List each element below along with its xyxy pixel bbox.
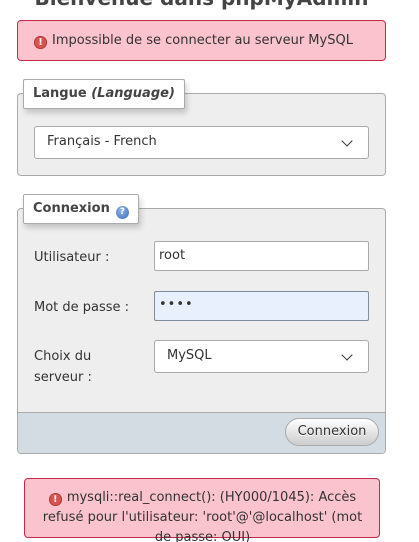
login-legend: Connexion? (23, 194, 139, 224)
chevron-down-icon (341, 135, 353, 147)
page-title: Bienvenue dans phpMyAdmin (0, 0, 403, 10)
error-icon: ! (34, 36, 47, 49)
connection-error-alert: ! Impossible de se connecter au serveur M… (17, 20, 386, 61)
language-legend: Langue (Language) (23, 79, 185, 109)
server-select[interactable]: MySQL (154, 340, 369, 373)
connection-error-text: Impossible de se connecter au serveur My… (52, 33, 353, 48)
mysqli-error-alert: ! mysqli::real_connect(): (HY000/1045): A… (24, 478, 380, 542)
server-select-value: MySQL (167, 348, 212, 363)
password-label: Mot de passe : (34, 300, 130, 315)
username-label: Utilisateur : (34, 250, 110, 265)
login-page: Bienvenue dans phpMyAdmin ! Impossible de… (0, 0, 419, 542)
language-legend-italic: (Language) (91, 86, 175, 101)
language-legend-label: Langue (33, 86, 87, 101)
login-submit-button[interactable]: Connexion (285, 418, 379, 446)
mysqli-error-text: mysqli::real_connect(): (HY000/1045): Ac… (42, 490, 363, 542)
login-legend-label: Connexion (33, 201, 110, 216)
error-icon: ! (48, 493, 62, 506)
server-choice-label: Choix du serveur : (34, 349, 92, 385)
language-select[interactable]: Français - French (34, 126, 369, 159)
chevron-down-icon (341, 349, 353, 361)
help-icon[interactable]: ? (115, 206, 129, 219)
password-input[interactable]: •••• (154, 291, 369, 321)
username-input[interactable]: root (154, 241, 369, 271)
language-select-value: Français - French (47, 134, 157, 149)
